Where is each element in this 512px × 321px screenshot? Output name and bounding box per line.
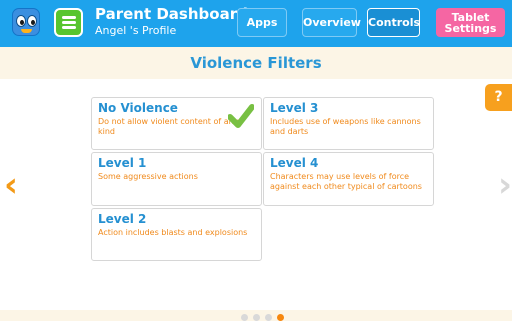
tablet-settings-line2: Settings (444, 22, 497, 35)
filter-card-level-3[interactable]: Level 3 Includes use of weapons like can… (263, 97, 434, 150)
chevron-right-icon[interactable]: › (498, 168, 512, 202)
profile-name: Angel 's Profile (95, 24, 177, 37)
top-bar: Parent Dashboard Angel 's Profile Apps O… (0, 0, 512, 47)
chevron-left-icon[interactable]: ‹ (4, 168, 18, 202)
filter-description: Includes use of weapons like cannons and… (270, 117, 421, 136)
filter-card-level-1[interactable]: Level 1 Some aggressive actions (91, 152, 262, 206)
overview-button[interactable]: Overview (302, 8, 361, 37)
filter-card-level-4[interactable]: Level 4 Characters may use levels of for… (263, 152, 434, 206)
filter-title: Level 4 (270, 156, 319, 170)
page-dot[interactable] (253, 314, 260, 321)
filter-description: Some aggressive actions (98, 172, 198, 181)
page-dot[interactable] (241, 314, 248, 321)
filter-title: Level 3 (270, 101, 319, 115)
apps-button[interactable]: Apps (237, 8, 287, 37)
checkmark-icon (228, 104, 254, 128)
menu-line (62, 16, 76, 19)
menu-line (62, 21, 76, 24)
filter-description: Action includes blasts and explosions (98, 228, 248, 237)
tablet-settings-button[interactable]: Tablet Settings (436, 8, 505, 37)
filter-card-level-2[interactable]: Level 2 Action includes blasts and explo… (91, 208, 262, 261)
page-dot[interactable] (265, 314, 272, 321)
face-logo-icon[interactable] (12, 8, 40, 36)
section-header: Violence Filters (0, 47, 512, 79)
help-button[interactable]: ? (485, 84, 512, 111)
logo-mouth (21, 29, 32, 33)
controls-button[interactable]: Controls (367, 8, 420, 37)
filter-title: Level 2 (98, 212, 147, 226)
logo-eye-right (27, 15, 37, 27)
hamburger-menu-icon[interactable] (54, 8, 83, 37)
menu-line (62, 26, 76, 29)
filter-title: Level 1 (98, 156, 147, 170)
page-title: Parent Dashboard (95, 5, 248, 23)
filter-description: Characters may use levels of force again… (270, 172, 422, 191)
section-title: Violence Filters (190, 54, 322, 72)
page-dot-active[interactable] (277, 314, 284, 321)
logo-eye-left (16, 15, 26, 27)
